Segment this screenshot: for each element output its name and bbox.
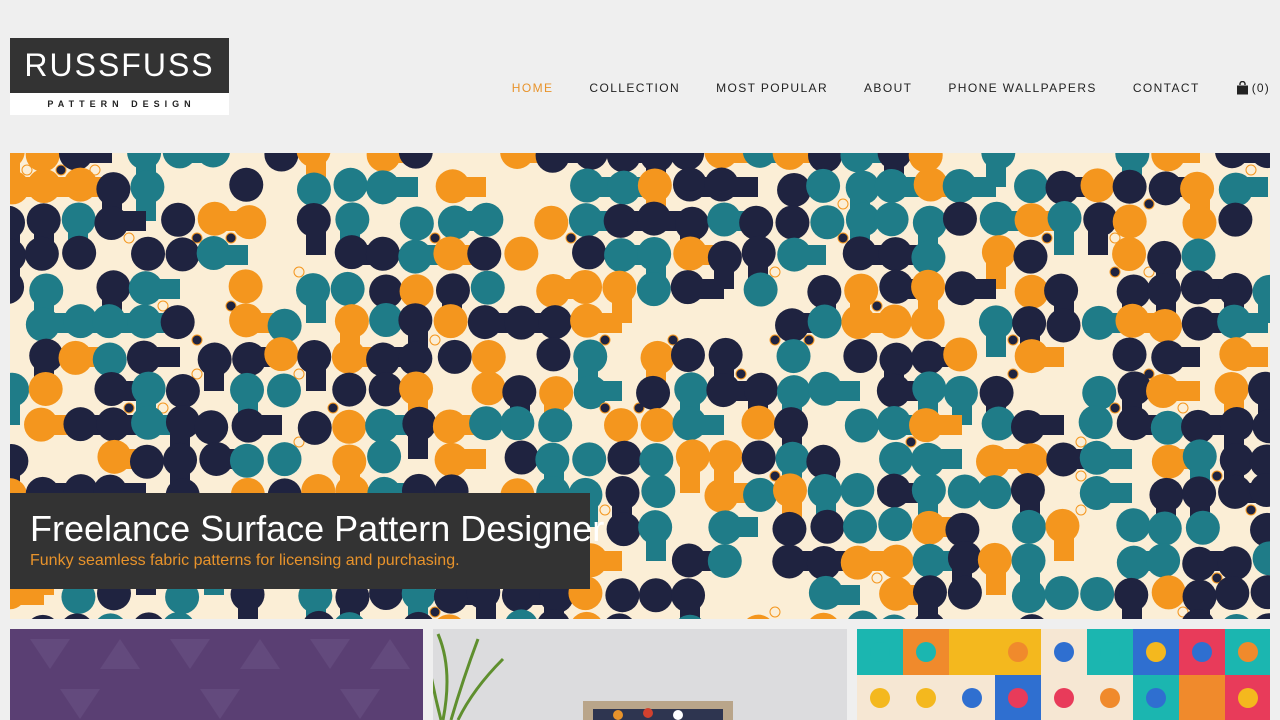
site-header: RUSSFUSS PATTERN DESIGN HOME COLLECTION … (0, 0, 1280, 150)
drop-pattern-image (857, 629, 1270, 720)
logo-subtitle: PATTERN DESIGN (47, 99, 196, 109)
hero-title: Freelance Surface Pattern Designer (30, 508, 605, 549)
thumbnail-drop-pattern[interactable] (857, 629, 1270, 720)
thumbnail-purple-pattern[interactable] (10, 629, 423, 720)
nav-item-home[interactable]: HOME (512, 81, 554, 95)
site-logo[interactable]: RUSSFUSS PATTERN DESIGN (10, 38, 229, 115)
hero-subtitle: Funky seamless fabric patterns for licen… (30, 552, 460, 569)
thumbnail-cushion-photo[interactable] (433, 629, 847, 720)
hero-banner: Freelance Surface Pattern Designer Funky… (10, 153, 1270, 619)
cart-link[interactable]: (0) (1236, 81, 1270, 95)
cart-count: (0) (1251, 81, 1270, 95)
nav-item-phone-wallpapers[interactable]: PHONE WALLPAPERS (948, 81, 1096, 95)
nav-item-about[interactable]: ABOUT (864, 81, 912, 95)
nav-item-contact[interactable]: CONTACT (1133, 81, 1200, 95)
logo-title: RUSSFUSS (10, 38, 229, 93)
main-nav: HOME COLLECTION MOST POPULAR ABOUT PHONE… (476, 78, 1270, 98)
nav-item-most-popular[interactable]: MOST POPULAR (716, 81, 828, 95)
hero-caption: Freelance Surface Pattern Designer Funky… (10, 493, 605, 589)
purple-pattern-image (10, 629, 423, 720)
shopping-bag-icon (1236, 81, 1248, 95)
cushion-photo-image (433, 629, 847, 720)
nav-item-collection[interactable]: COLLECTION (589, 81, 680, 95)
